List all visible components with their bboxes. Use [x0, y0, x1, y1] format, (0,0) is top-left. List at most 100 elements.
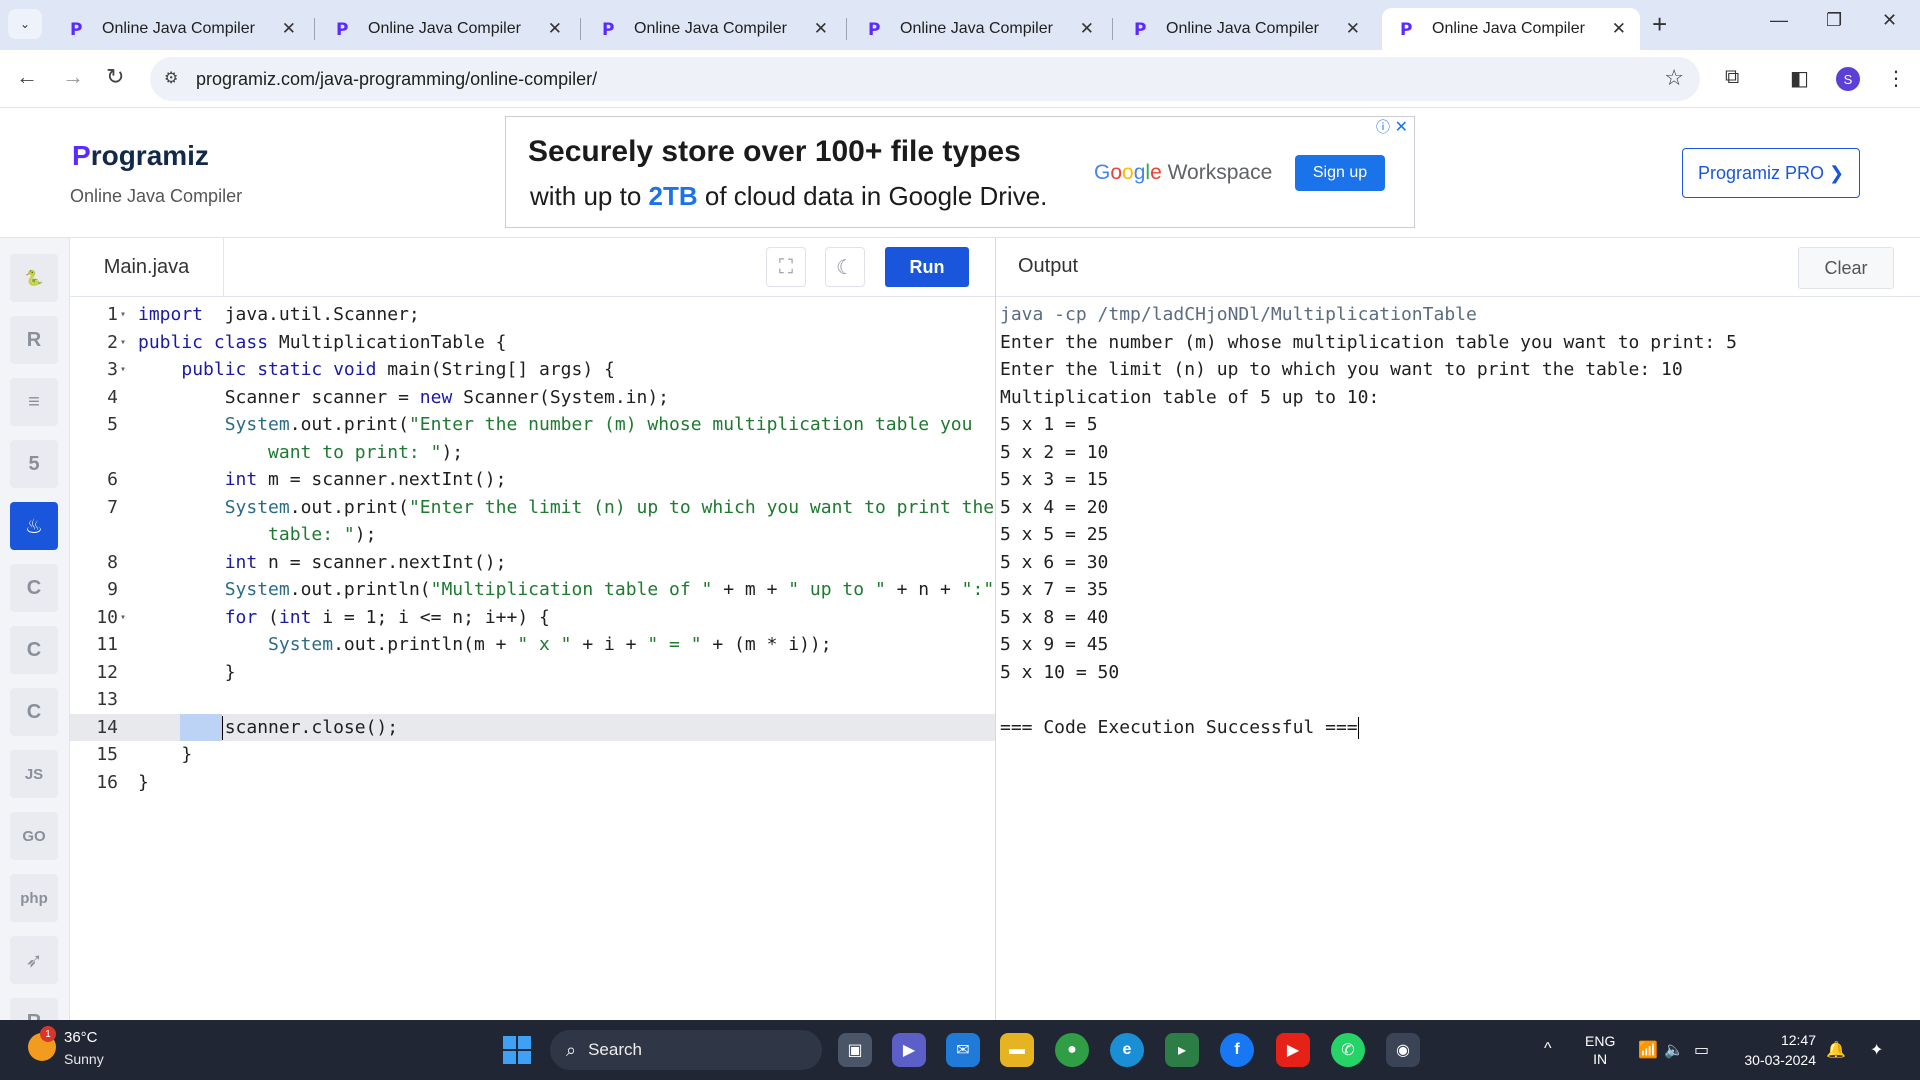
advertisement-banner[interactable]: Securely store over 100+ file types with…	[505, 116, 1415, 228]
reload-icon[interactable]: ↻	[106, 64, 124, 90]
mail-icon[interactable]: ✉	[946, 1033, 980, 1067]
profile-avatar[interactable]: S	[1836, 67, 1860, 91]
meet-icon[interactable]: ▸	[1165, 1033, 1199, 1067]
whatsapp-icon[interactable]: ✆	[1331, 1033, 1365, 1067]
fold-arrow-icon[interactable]: ▾	[120, 356, 126, 384]
clear-button[interactable]: Clear	[1798, 247, 1894, 289]
code-line[interactable]: 3 ▾ public static void main(String[] args…	[70, 356, 995, 384]
fold-arrow-icon[interactable]: ▾	[120, 329, 126, 357]
browser-tab[interactable]: P Online Java Compiler ✕	[318, 8, 576, 50]
code-line[interactable]: 9 System.out.println("Multiplication tab…	[70, 576, 995, 604]
language-go-icon[interactable]: GO	[10, 812, 58, 860]
windows-start-icon[interactable]	[503, 1036, 531, 1064]
language-cpp-icon[interactable]: C	[10, 688, 58, 736]
tray-overflow-icon[interactable]: ^	[1544, 1040, 1552, 1058]
edge-icon[interactable]: e	[1110, 1033, 1144, 1067]
wifi-icon[interactable]: 📶	[1638, 1040, 1658, 1060]
code-editor[interactable]: 1 ▾ import java.util.Scanner; 2 ▾ public clas…	[70, 297, 995, 1020]
taskbar-search[interactable]: ⌕ Search	[550, 1030, 822, 1070]
tab-close-icon[interactable]: ✕	[814, 19, 828, 39]
ad-info-icon[interactable]: ⓘ	[1376, 117, 1390, 137]
output-caret	[1357, 716, 1359, 739]
url-text[interactable]: programiz.com/java-programming/online-co…	[196, 69, 597, 90]
restore-icon[interactable]: ❐	[1826, 10, 1842, 31]
code-line[interactable]: 16}	[70, 769, 995, 797]
side-panel-icon[interactable]: ◧	[1790, 66, 1809, 91]
code-line[interactable]: 2 ▾ public class MultiplicationTable {	[70, 329, 995, 357]
facebook-icon[interactable]: f	[1220, 1033, 1254, 1067]
fold-arrow-icon[interactable]: ▾	[120, 301, 126, 329]
site-info-icon[interactable]: ⚙	[164, 68, 178, 88]
fullscreen-icon[interactable]: ⛶	[766, 247, 806, 287]
code-line[interactable]: want to print: ");	[70, 439, 995, 467]
window-close-icon[interactable]: ✕	[1882, 10, 1897, 31]
file-explorer-icon[interactable]: ▬	[1000, 1033, 1034, 1067]
code-line[interactable]: 10 ▾ for (int i = 1; i <= n; i++) {	[70, 604, 995, 632]
code-line[interactable]: 12 }	[70, 659, 995, 687]
volume-icon[interactable]: 🔈	[1664, 1040, 1684, 1060]
code-line[interactable]: 15 }	[70, 741, 995, 769]
chrome-icon[interactable]: ●	[1055, 1033, 1089, 1067]
tab-search-dropdown-icon[interactable]: ⌄	[8, 9, 42, 39]
tab-close-icon[interactable]: ✕	[1346, 19, 1360, 39]
forward-icon[interactable]: →	[62, 64, 84, 90]
code-line[interactable]: 4 Scanner scanner = new Scanner(System.i…	[70, 384, 995, 412]
omnibox[interactable]: ⚙ programiz.com/java-programming/online-…	[150, 57, 1700, 101]
browser-tab[interactable]: P Online Java Compiler ✕	[584, 8, 842, 50]
tab-close-icon[interactable]: ✕	[282, 19, 296, 39]
programiz-pro-button[interactable]: Programiz PRO ❯	[1682, 148, 1860, 198]
programiz-logo[interactable]: Programiz	[72, 140, 209, 172]
copilot-icon[interactable]: ✦	[1870, 1040, 1883, 1060]
browser-tab[interactable]: P Online Java Compiler ✕	[1382, 8, 1640, 50]
browser-tab[interactable]: P Online Java Compiler ✕	[1116, 8, 1374, 50]
clock[interactable]: 12:47 30-03-2024	[1736, 1030, 1816, 1070]
tab-close-icon[interactable]: ✕	[1080, 19, 1094, 39]
language-java-icon[interactable]: ♨	[10, 502, 58, 550]
code-line[interactable]: table: ");	[70, 521, 995, 549]
dark-mode-moon-icon[interactable]: ☾	[825, 247, 865, 287]
code-line[interactable]: 13	[70, 686, 995, 714]
language-swift-icon[interactable]: ➶	[10, 936, 58, 984]
language-indicator[interactable]: ENG IN	[1585, 1032, 1615, 1068]
run-button[interactable]: Run	[885, 247, 969, 287]
language-rust-icon[interactable]: R	[10, 998, 58, 1020]
code-line[interactable]: 6 int m = scanner.nextInt();	[70, 466, 995, 494]
code-line[interactable]: 5 System.out.print("Enter the number (m)…	[70, 411, 995, 439]
back-icon[interactable]: ←	[16, 64, 38, 90]
battery-icon[interactable]: ▭	[1694, 1040, 1709, 1060]
language-js-icon[interactable]: JS	[10, 750, 58, 798]
minimize-icon[interactable]: —	[1770, 10, 1788, 31]
weather-condition[interactable]: Sunny	[64, 1051, 104, 1067]
code-line[interactable]: 1 ▾ import java.util.Scanner;	[70, 301, 995, 329]
extensions-icon[interactable]: ⧉	[1725, 66, 1739, 89]
ad-close-icon[interactable]: ✕	[1395, 117, 1408, 137]
browser-menu-icon[interactable]: ⋮	[1886, 66, 1906, 91]
output-console[interactable]: java -cp /tmp/ladCHjoNDl/MultiplicationT…	[996, 297, 1920, 1020]
code-line[interactable]: 11 System.out.println(m + " x " + i + " …	[70, 631, 995, 659]
tab-close-icon[interactable]: ✕	[1612, 19, 1626, 39]
new-tab-button[interactable]: +	[1652, 10, 1667, 38]
meet-video-icon[interactable]: ▶	[892, 1033, 926, 1067]
file-tab-main-java[interactable]: Main.java	[70, 238, 224, 296]
weather-temperature[interactable]: 36°C	[64, 1029, 98, 1046]
language-sql-icon[interactable]: ≡	[10, 378, 58, 426]
fold-arrow-icon[interactable]: ▾	[120, 604, 126, 632]
browser-tab[interactable]: P Online Java Compiler ✕	[52, 8, 310, 50]
notification-bell-icon[interactable]: 🔔	[1826, 1040, 1846, 1060]
chrome-active-icon[interactable]: ◉	[1386, 1033, 1420, 1067]
language-python-icon[interactable]: 🐍	[10, 254, 58, 302]
task-view-icon[interactable]: ▣	[838, 1033, 872, 1067]
language-r-icon[interactable]: R	[10, 316, 58, 364]
language-c-icon[interactable]: C	[10, 564, 58, 612]
ad-signup-button[interactable]: Sign up	[1295, 155, 1385, 191]
youtube-icon[interactable]: ▶	[1276, 1033, 1310, 1067]
language-php-icon[interactable]: php	[10, 874, 58, 922]
bookmark-star-icon[interactable]: ☆	[1664, 65, 1684, 91]
code-line[interactable]: 14 scanner.close();	[70, 713, 995, 741]
tab-close-icon[interactable]: ✕	[548, 19, 562, 39]
language-csharp-icon[interactable]: C	[10, 626, 58, 674]
code-line[interactable]: 8 int n = scanner.nextInt();	[70, 549, 995, 577]
code-line[interactable]: 7 System.out.print("Enter the limit (n) …	[70, 494, 995, 522]
browser-tab[interactable]: P Online Java Compiler ✕	[850, 8, 1108, 50]
language-html-icon[interactable]: 5	[10, 440, 58, 488]
